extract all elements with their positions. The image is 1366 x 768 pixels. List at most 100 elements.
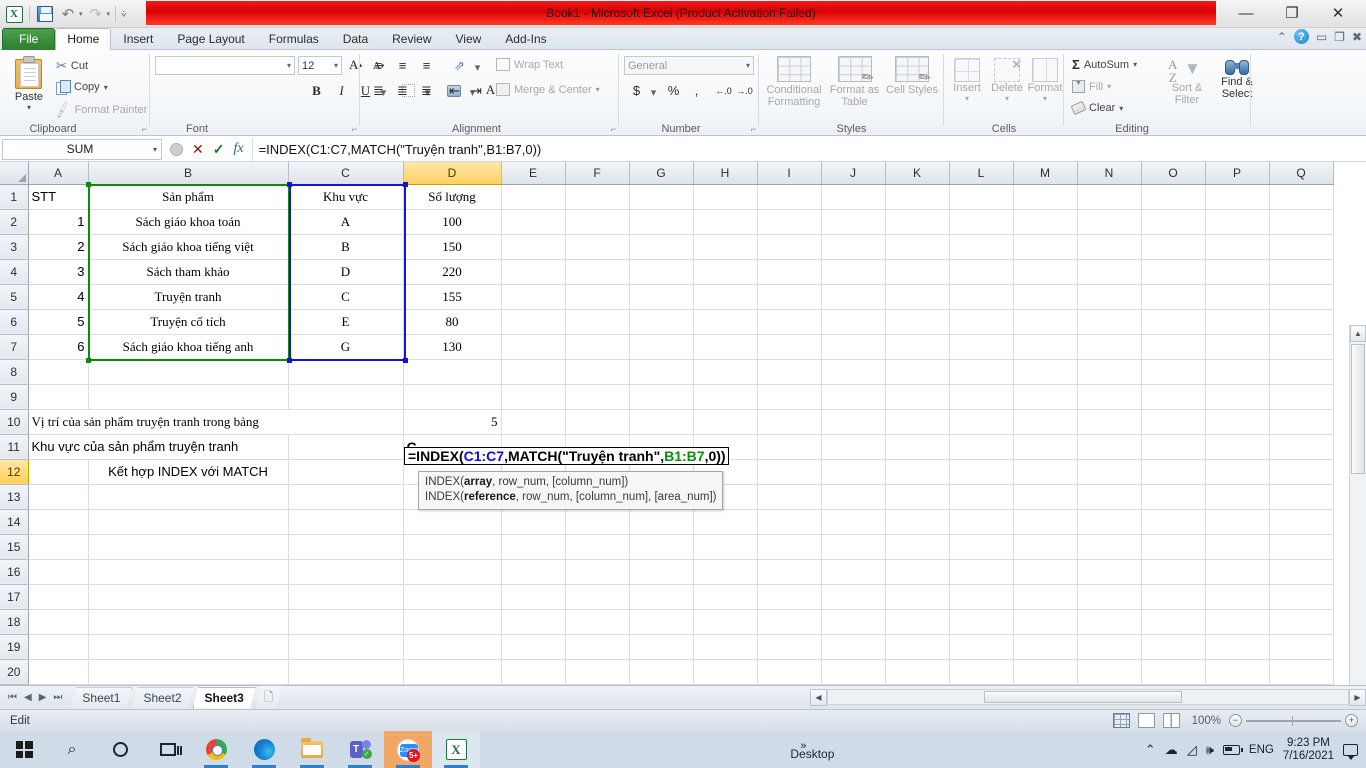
cell-M3[interactable] — [1013, 234, 1078, 260]
cell-Q5[interactable] — [1269, 284, 1334, 310]
row-header-15[interactable]: 15 — [0, 534, 29, 560]
cell-E9[interactable] — [501, 384, 566, 410]
paste-button[interactable]: Paste ▾ — [6, 56, 52, 112]
cell-E6[interactable] — [501, 309, 566, 335]
cell-G8[interactable] — [629, 359, 694, 385]
cell-C2[interactable]: A — [288, 209, 404, 235]
cell-Q12[interactable] — [1269, 459, 1334, 485]
cell-O7[interactable] — [1141, 334, 1206, 360]
cell-J10[interactable] — [821, 409, 886, 435]
tab-insert[interactable]: Insert — [111, 28, 165, 50]
row-header-16[interactable]: 16 — [0, 559, 29, 585]
cell-C9[interactable] — [288, 384, 404, 410]
excel-taskbar-icon[interactable]: X — [432, 731, 480, 768]
cell-B16[interactable] — [88, 559, 289, 585]
cell-J2[interactable] — [821, 209, 886, 235]
merge-dropdown-icon[interactable]: ▾ — [596, 85, 600, 94]
cell-F18[interactable] — [565, 609, 630, 635]
first-sheet-button[interactable]: ⏮ — [8, 692, 17, 703]
chrome-icon[interactable] — [192, 731, 240, 768]
cell-H4[interactable] — [693, 259, 758, 285]
cell-D14[interactable] — [403, 509, 502, 535]
sheet-tab-sheet1[interactable]: Sheet1 — [70, 687, 132, 709]
cell-A15[interactable] — [28, 534, 89, 560]
cell-L20[interactable] — [949, 659, 1014, 685]
cell-Q11[interactable] — [1269, 434, 1334, 460]
row-header-19[interactable]: 19 — [0, 634, 29, 660]
cell-Q16[interactable] — [1269, 559, 1334, 585]
cell-O1[interactable] — [1141, 184, 1206, 210]
cell-H17[interactable] — [693, 584, 758, 610]
minimize-button[interactable]: — — [1224, 0, 1268, 26]
cell-D18[interactable] — [403, 609, 502, 635]
delete-dropdown-icon[interactable]: ▾ — [988, 94, 1026, 103]
cell-Q20[interactable] — [1269, 659, 1334, 685]
cell-Q19[interactable] — [1269, 634, 1334, 660]
cell-K5[interactable] — [885, 284, 950, 310]
cell-B4[interactable]: Sách tham khảo — [88, 259, 289, 285]
cell-F6[interactable] — [565, 309, 630, 335]
decrease-decimal-button[interactable]: →.0 — [735, 81, 754, 100]
cell-I12[interactable] — [757, 459, 822, 485]
cell-E19[interactable] — [501, 634, 566, 660]
cell-E7[interactable] — [501, 334, 566, 360]
cell-F19[interactable] — [565, 634, 630, 660]
zoom-out-button[interactable]: − — [1229, 714, 1242, 727]
cell-E16[interactable] — [501, 559, 566, 585]
cell-D17[interactable] — [403, 584, 502, 610]
cell-O16[interactable] — [1141, 559, 1206, 585]
cell-E4[interactable] — [501, 259, 566, 285]
cell-M18[interactable] — [1013, 609, 1078, 635]
cell-A6[interactable]: 5 — [28, 309, 89, 335]
cell-C5[interactable]: C — [288, 284, 404, 310]
cell-L1[interactable] — [949, 184, 1014, 210]
cell-B5[interactable]: Truyện tranh — [88, 284, 289, 310]
align-bottom-button[interactable]: ≡ — [417, 56, 436, 75]
cell-C13[interactable] — [288, 484, 404, 510]
clear-dropdown-icon[interactable]: ▾ — [1119, 104, 1123, 113]
name-box-dropdown-icon[interactable]: ▾ — [153, 145, 157, 154]
cell-A10[interactable]: Vị trí của sản phẩm truyện tranh trong b… — [28, 409, 404, 435]
cell-Q15[interactable] — [1269, 534, 1334, 560]
cell-H14[interactable] — [693, 509, 758, 535]
column-header-L[interactable]: L — [949, 162, 1014, 185]
cell-Q1[interactable] — [1269, 184, 1334, 210]
cell-E2[interactable] — [501, 209, 566, 235]
cell-F17[interactable] — [565, 584, 630, 610]
cell-K16[interactable] — [885, 559, 950, 585]
cell-K15[interactable] — [885, 534, 950, 560]
cell-M12[interactable] — [1013, 459, 1078, 485]
cell-K12[interactable] — [885, 459, 950, 485]
cell-I9[interactable] — [757, 384, 822, 410]
cell-G2[interactable] — [629, 209, 694, 235]
cell-H18[interactable] — [693, 609, 758, 635]
excel-app-icon[interactable]: X — [4, 4, 24, 24]
cell-P10[interactable] — [1205, 409, 1270, 435]
cell-O17[interactable] — [1141, 584, 1206, 610]
cell-P15[interactable] — [1205, 534, 1270, 560]
row-header-12[interactable]: 12 — [0, 459, 29, 485]
cell-D4[interactable]: 220 — [403, 259, 502, 285]
paste-dropdown-icon[interactable]: ▾ — [6, 103, 52, 112]
cell-I20[interactable] — [757, 659, 822, 685]
cell-P13[interactable] — [1205, 484, 1270, 510]
cell-I6[interactable] — [757, 309, 822, 335]
cell-D20[interactable] — [403, 659, 502, 685]
align-left-button[interactable]: ≣ — [369, 81, 388, 100]
network-icon[interactable]: ◿ — [1187, 742, 1197, 758]
cell-F10[interactable] — [565, 409, 630, 435]
next-sheet-button[interactable]: ▶ — [39, 692, 47, 703]
cell-N9[interactable] — [1077, 384, 1142, 410]
last-sheet-button[interactable]: ⏭ — [53, 692, 62, 703]
sheet-tab-sheet3[interactable]: Sheet3 — [193, 687, 256, 709]
cell-L3[interactable] — [949, 234, 1014, 260]
cell-C3[interactable]: B — [288, 234, 404, 260]
onedrive-icon[interactable]: ☁ — [1165, 742, 1178, 758]
undo-dropdown-icon[interactable]: ▾ — [79, 10, 83, 18]
cell-O10[interactable] — [1141, 409, 1206, 435]
cell-H20[interactable] — [693, 659, 758, 685]
cancel-formula-button[interactable]: ✕ — [192, 141, 204, 158]
cell-C8[interactable] — [288, 359, 404, 385]
percent-format-button[interactable]: % — [664, 81, 683, 100]
cell-N15[interactable] — [1077, 534, 1142, 560]
